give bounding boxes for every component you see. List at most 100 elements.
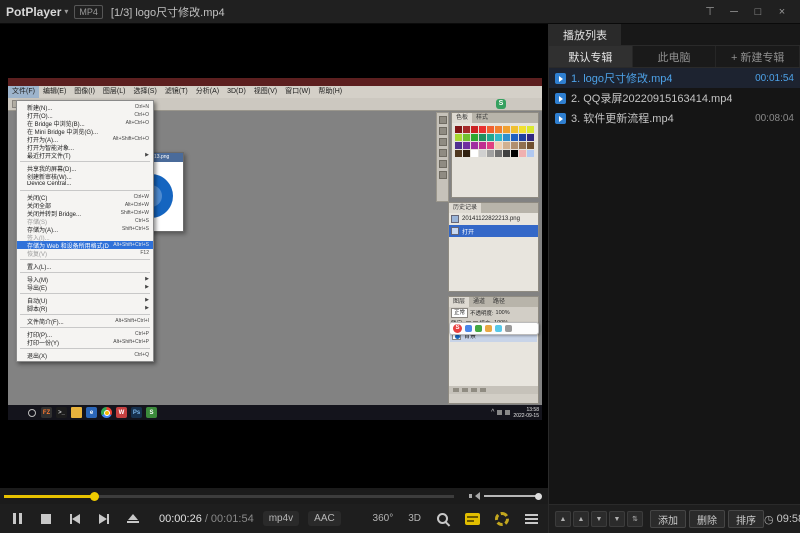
color-swatch — [495, 150, 502, 157]
album-tab-2[interactable]: + 新建专辑 — [716, 46, 800, 67]
window-title: [1/3] logo尺寸修改.mp4 — [111, 4, 698, 20]
titlebar[interactable]: PotPlayer ▾ MP4 [1/3] logo尺寸修改.mp4 ⊤ ─ □… — [0, 0, 800, 24]
panel-tab: 历史记录 — [449, 203, 481, 213]
speaker-icon[interactable] — [469, 491, 479, 501]
playlist-move-button-0[interactable]: ▲ — [555, 511, 571, 527]
playlist-item[interactable]: 1. logo尺寸修改.mp400:01:54 — [549, 68, 800, 88]
menu-item: 退出(X)Ctrl+Q — [17, 351, 153, 359]
menu-item-shortcut: Alt+Ctrl+O — [126, 120, 149, 126]
panel-tab: 色板 — [452, 113, 472, 123]
ps-history-items: 20141122822213.png打开 — [449, 213, 538, 291]
playlist-album-tabs: 默认专辑此电脑+ 新建专辑 — [549, 46, 800, 68]
playlist-action-button-1[interactable]: 删除 — [689, 510, 725, 528]
subtitle-search-button[interactable] — [436, 512, 450, 526]
playlist-item-name: 1. logo尺寸修改.mp4 — [571, 70, 672, 86]
color-swatch — [487, 126, 494, 133]
ps-opacity-label: 不透明度: — [470, 309, 494, 317]
color-swatch — [503, 150, 510, 157]
panel-dock-icon — [439, 116, 447, 124]
seek-handle[interactable] — [90, 492, 99, 501]
volume-slider[interactable] — [484, 495, 542, 497]
menu-item-shortcut: ▶ — [145, 152, 149, 158]
settings-button[interactable] — [495, 512, 509, 526]
menu-item-label: 最近打开文件(T) — [27, 151, 141, 160]
playlist-move-button-3[interactable]: ▼ — [609, 511, 625, 527]
sogou-icon — [485, 325, 492, 332]
ps-layers-tabs: 图层通道路径 — [449, 297, 538, 307]
video-content-photoshop: 文件(F)编辑(E)图像(I)图层(L)选择(S)滤镜(T)分析(A)3D(D)… — [8, 78, 542, 420]
taskbar-app-icon: FZ — [41, 407, 52, 418]
next-button[interactable] — [97, 509, 111, 529]
volume-handle[interactable] — [535, 493, 542, 500]
ps-swatches-tabs: 色板样式 — [452, 113, 538, 123]
playlist-item[interactable]: 2. QQ录屏20220915163414.mp4 — [549, 88, 800, 108]
panel-tab: 通道 — [469, 297, 489, 307]
volume-control — [469, 488, 542, 504]
album-tab-0[interactable]: 默认专辑 — [549, 46, 633, 67]
time-display: 00:00:26/00:01:54 — [159, 513, 254, 525]
close-button[interactable]: × — [770, 3, 794, 21]
stereo-3d-button[interactable]: 3D — [408, 513, 421, 524]
video-taskbar: FZ>_eWPsS ^ 13:58 2022-09-15 — [8, 405, 542, 420]
minimize-button[interactable]: ─ — [722, 3, 746, 21]
time-current: 00:00:26 — [159, 513, 202, 525]
menu-separator — [20, 314, 150, 315]
ps-blend-row: 正常 不透明度: 100% — [449, 307, 538, 318]
playlist-move-button-2[interactable]: ▼ — [591, 511, 607, 527]
menu-item-label: 创建新审核(W)... — [27, 172, 145, 181]
ps-menu-item: 窗口(W) — [281, 86, 314, 98]
album-tab-1[interactable]: 此电脑 — [633, 46, 717, 67]
playlist-item[interactable]: 3. 软件更新流程.mp400:08:04 — [549, 108, 800, 128]
playlist-move-button-4[interactable]: ⇅ — [627, 511, 643, 527]
color-swatch — [511, 134, 518, 141]
playlist-item-name: 3. 软件更新流程.mp4 — [571, 110, 674, 126]
playlist-header-tab[interactable]: 播放列表 — [549, 24, 621, 45]
ps-opacity-value: 100% — [496, 310, 510, 316]
menu-item-shortcut: ▶ — [145, 305, 149, 311]
video-codec-badge: mp4v — [263, 511, 299, 526]
color-swatch — [455, 134, 462, 141]
menu-separator — [20, 190, 150, 191]
menu-item: Device Central... — [17, 180, 153, 188]
clock-time: 09:58 — [777, 513, 800, 525]
browser-icon — [101, 407, 112, 418]
playlist-move-buttons: ▲▲▼▼⇅ — [555, 511, 643, 527]
ps-swatches-panel: 色板样式 — [451, 112, 539, 198]
cs-live-icon: S — [496, 99, 506, 109]
color-swatch — [519, 126, 526, 133]
color-swatch — [463, 126, 470, 133]
chevron-down-icon[interactable]: ▾ — [64, 7, 68, 16]
previous-button[interactable] — [68, 509, 82, 529]
taskbar-app-icon: >_ — [56, 407, 67, 418]
maximize-button[interactable]: □ — [746, 3, 770, 21]
playlist-action-button-2[interactable]: 排序 — [728, 510, 764, 528]
menu-item: 创建新审核(W)... — [17, 172, 153, 180]
menu-item-shortcut: Shift+Ctrl+S — [122, 226, 149, 232]
color-swatch — [503, 134, 510, 141]
color-swatch — [487, 134, 494, 141]
ps-menubar: 文件(F)编辑(E)图像(I)图层(L)选择(S)滤镜(T)分析(A)3D(D)… — [8, 86, 542, 98]
sogou-input-toolbar: S — [449, 322, 539, 335]
play-pause-button[interactable] — [10, 509, 24, 529]
playlist-move-button-1[interactable]: ▲ — [573, 511, 589, 527]
color-swatch — [463, 134, 470, 141]
taskbar-clock-date: 2022-09-15 — [513, 413, 539, 419]
playlist-action-button-0[interactable]: 添加 — [650, 510, 686, 528]
subtitle-button[interactable] — [465, 513, 480, 525]
stop-button[interactable] — [39, 509, 53, 529]
menu-button[interactable] — [524, 509, 538, 529]
color-swatch — [495, 134, 502, 141]
color-swatch — [471, 134, 478, 141]
video-display[interactable]: 文件(F)编辑(E)图像(I)图层(L)选择(S)滤镜(T)分析(A)3D(D)… — [0, 24, 548, 488]
rotate-360-button[interactable]: 360° — [373, 513, 394, 524]
color-swatch — [519, 142, 526, 149]
color-swatch — [479, 134, 486, 141]
ps-layer-list: 背景 — [449, 328, 538, 386]
always-on-top-button[interactable]: ⊤ — [698, 3, 722, 21]
open-media-button[interactable] — [126, 509, 140, 529]
seek-bar[interactable] — [4, 495, 454, 498]
color-swatch — [503, 142, 510, 149]
menu-separator — [20, 293, 150, 294]
panel-dock-icon — [439, 171, 447, 179]
taskbar-app-icon: e — [86, 407, 97, 418]
